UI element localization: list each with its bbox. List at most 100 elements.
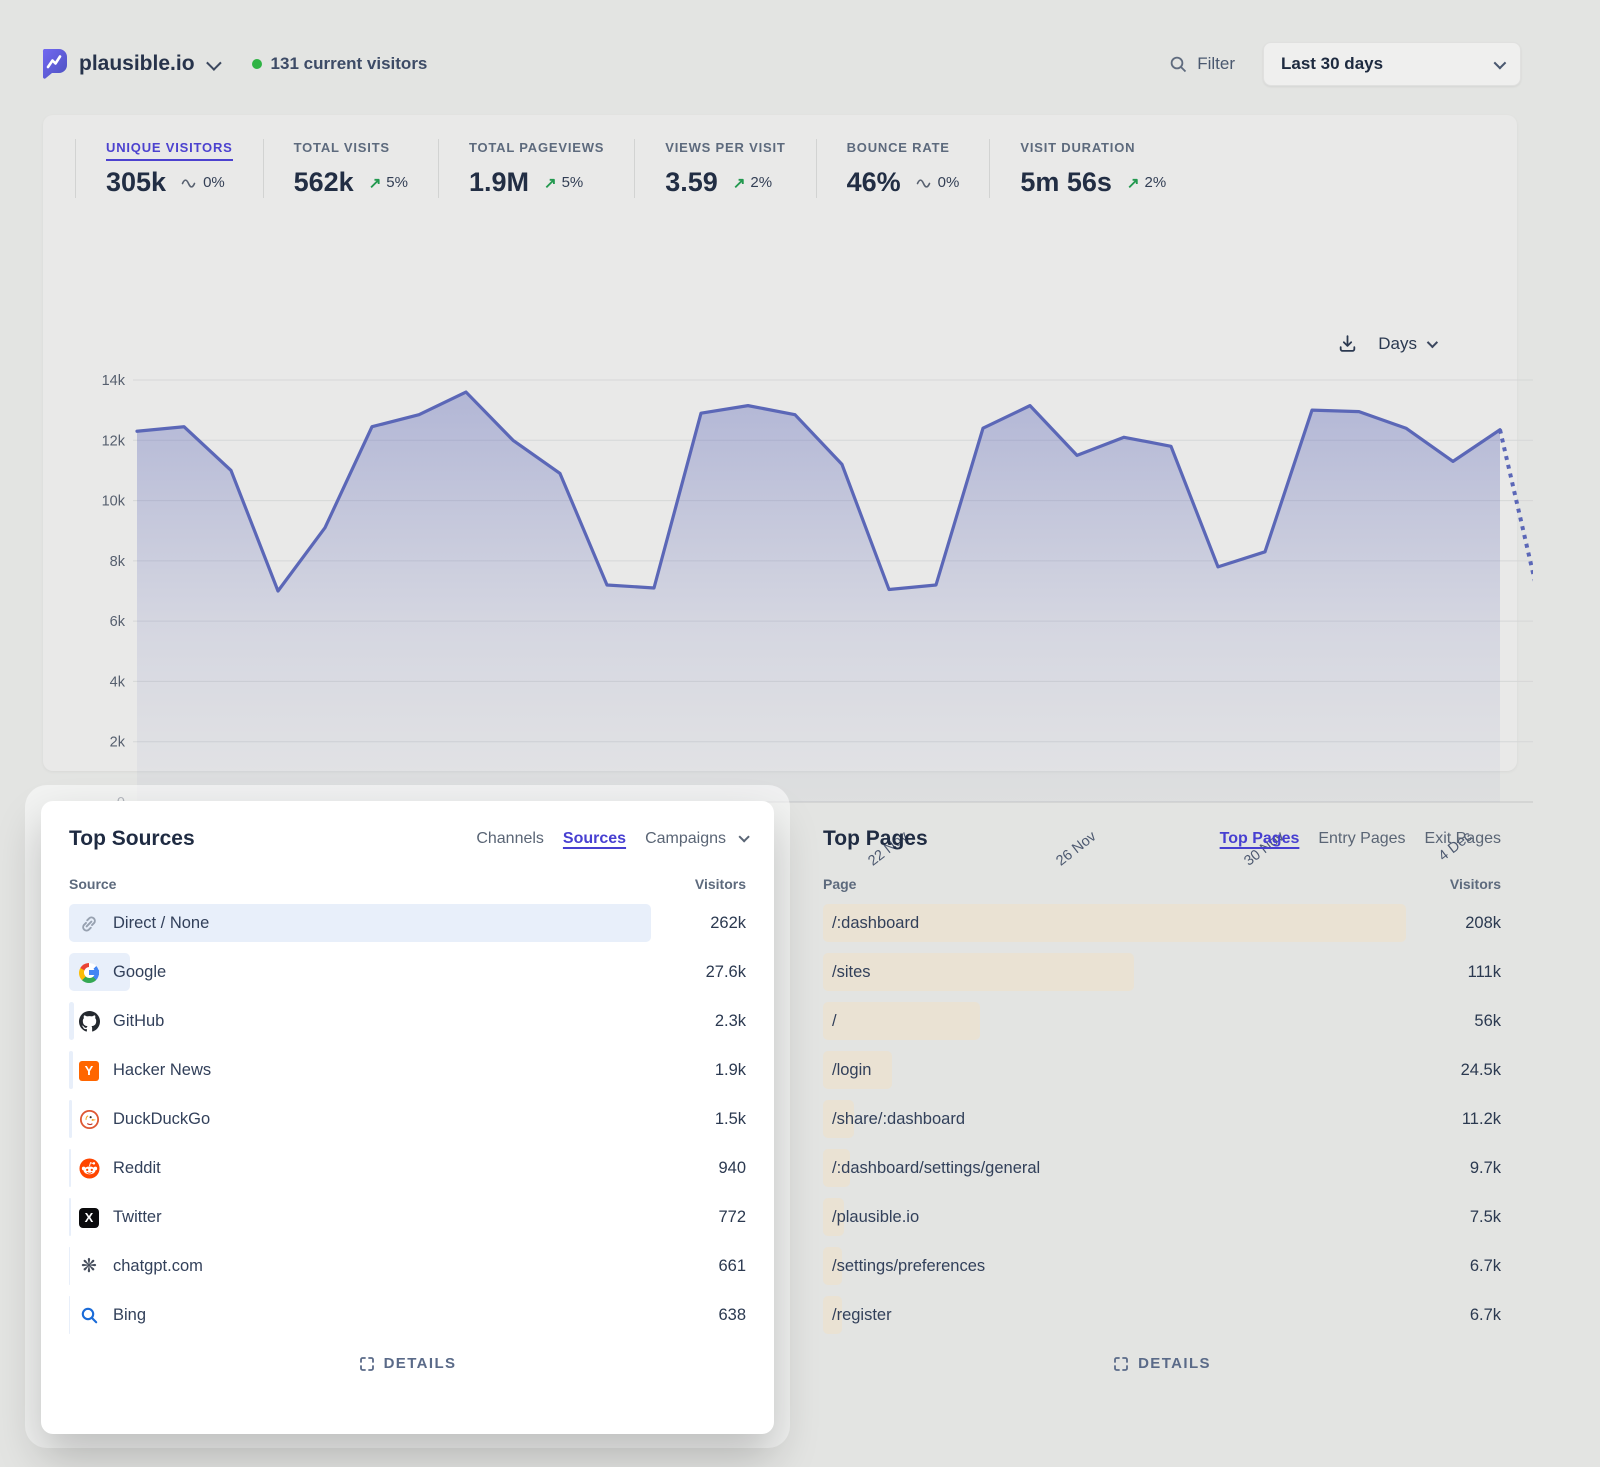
svg-text:2k: 2k [110,735,126,751]
page-row[interactable]: /:dashboard/settings/general 9.7k [823,1144,1501,1193]
reddit-icon [78,1158,100,1180]
svg-text:12k: 12k [102,433,126,449]
trend-flat-icon [181,177,198,188]
pages-rows: /:dashboard 208k /sites 111k / 56k /logi… [823,899,1501,1340]
svg-text:10k: 10k [102,494,126,510]
top-sources-panel: Top Sources Channels Sources Campaigns Sou… [41,801,774,1434]
source-row[interactable]: Google 27.6k [69,948,746,997]
metric[interactable]: BOUNCE RATE 46% 0% [816,139,990,198]
metric[interactable]: TOTAL VISITS 562k ↗ 5% [263,139,438,198]
site-switcher-chevron-icon[interactable] [206,55,222,71]
sources-title: Top Sources [69,827,195,851]
trend-up-icon: ↗ [369,174,382,192]
source-visitors: 2.3k [715,997,746,1046]
metric-change: ↗ 5% [369,174,408,192]
sources-tab[interactable]: Sources [563,830,626,848]
page-visitors: 208k [1465,899,1501,948]
source-visitors: 940 [718,1144,746,1193]
live-dot-icon [252,59,262,69]
page-label: /login [832,1061,871,1080]
current-visitors[interactable]: 131 current visitors [252,54,428,74]
page-row[interactable]: /login 24.5k [823,1046,1501,1095]
area-fill [137,392,1500,802]
download-export-icon[interactable] [1337,333,1358,354]
pages-details-button[interactable]: DETAILS [823,1355,1501,1372]
page-row[interactable]: /:dashboard 208k [823,899,1501,948]
source-row[interactable]: Reddit 940 [69,1144,746,1193]
metric-change-value: 0% [938,174,960,191]
source-visitors: 661 [718,1242,746,1291]
source-row[interactable]: Direct / None 262k [69,899,746,948]
page-row[interactable]: /share/:dashboard 11.2k [823,1095,1501,1144]
metric-change-value: 0% [203,174,225,191]
sources-col-key: Source [69,876,116,892]
page-visitors: 24.5k [1461,1046,1501,1095]
chevron-down-icon [1427,336,1438,347]
metric-value: 3.59 [665,167,718,198]
page-row[interactable]: /settings/preferences 6.7k [823,1242,1501,1291]
date-range-value: Last 30 days [1281,54,1383,74]
github-icon [78,1011,100,1033]
interval-selector[interactable]: Days [1378,334,1435,354]
pages-title: Top Pages [823,827,928,851]
source-visitors: 1.9k [715,1046,746,1095]
page-row[interactable]: /sites 111k [823,948,1501,997]
sources-rows: Direct / None 262k Google 27.6k GitHub 2… [69,899,746,1340]
pages-tabs: Top Pages Entry Pages Exit Pages [1220,830,1501,848]
svg-text:14k: 14k [102,373,126,389]
metric-label: TOTAL VISITS [294,140,390,161]
metric-value: 305k [106,167,166,198]
metric[interactable]: VIEWS PER VISIT 3.59 ↗ 2% [634,139,815,198]
svg-text:6k: 6k [110,614,126,630]
page-visitors: 9.7k [1470,1144,1501,1193]
source-row[interactable]: ❋ chatgpt.com 661 [69,1242,746,1291]
trend-flat-icon [916,177,933,188]
page-visitors: 6.7k [1470,1291,1501,1340]
page-label: /register [832,1306,892,1325]
sources-tab[interactable]: Campaigns [645,830,726,848]
metric-change: ↗ 5% [544,174,583,192]
page-label: /sites [832,963,871,982]
source-label: Direct / None [113,914,209,933]
duckduckgo-icon [78,1109,100,1131]
source-label: Twitter [113,1208,162,1227]
source-row[interactable]: X Twitter 772 [69,1193,746,1242]
page-row[interactable]: /register 6.7k [823,1291,1501,1340]
expand-icon [1113,1356,1129,1372]
link-icon [78,913,100,935]
sources-col-value: Visitors [695,876,746,892]
svg-text:4k: 4k [110,674,126,690]
metric[interactable]: UNIQUE VISITORS 305k 0% [75,139,263,198]
site-name[interactable]: plausible.io [79,52,195,76]
source-row[interactable]: Y Hacker News 1.9k [69,1046,746,1095]
sources-details-button[interactable]: DETAILS [69,1355,746,1372]
pages-tab[interactable]: Entry Pages [1318,830,1405,848]
date-range-picker[interactable]: Last 30 days [1263,42,1521,86]
pages-tab[interactable]: Exit Pages [1425,830,1501,848]
page-bar [823,1002,980,1040]
chevron-down-icon[interactable] [738,831,749,842]
metric-value: 46% [847,167,901,198]
metric-value: 562k [294,167,354,198]
metric-change-value: 5% [562,174,584,191]
source-row[interactable]: Bing 638 [69,1291,746,1340]
metric-change: 0% [181,174,225,191]
pages-tab[interactable]: Top Pages [1220,830,1300,848]
metric-value: 5m 56s [1020,167,1112,198]
source-label: Google [113,963,166,982]
page-label: /:dashboard [832,914,919,933]
metric[interactable]: TOTAL PAGEVIEWS 1.9M ↗ 5% [438,139,634,198]
metric-change-value: 5% [386,174,408,191]
page-row[interactable]: / 56k [823,997,1501,1046]
metric-label: BOUNCE RATE [847,140,950,161]
filter-button[interactable]: Filter [1169,54,1235,74]
page-row[interactable]: /plausible.io 7.5k [823,1193,1501,1242]
source-row[interactable]: DuckDuckGo 1.5k [69,1095,746,1144]
metric-change: 0% [916,174,960,191]
page-visitors: 6.7k [1470,1242,1501,1291]
source-row[interactable]: GitHub 2.3k [69,997,746,1046]
sources-tab[interactable]: Channels [476,830,544,848]
page-visitors: 56k [1474,997,1501,1046]
metric[interactable]: VISIT DURATION 5m 56s ↗ 2% [989,139,1196,198]
hacker-news-icon: Y [78,1060,100,1082]
